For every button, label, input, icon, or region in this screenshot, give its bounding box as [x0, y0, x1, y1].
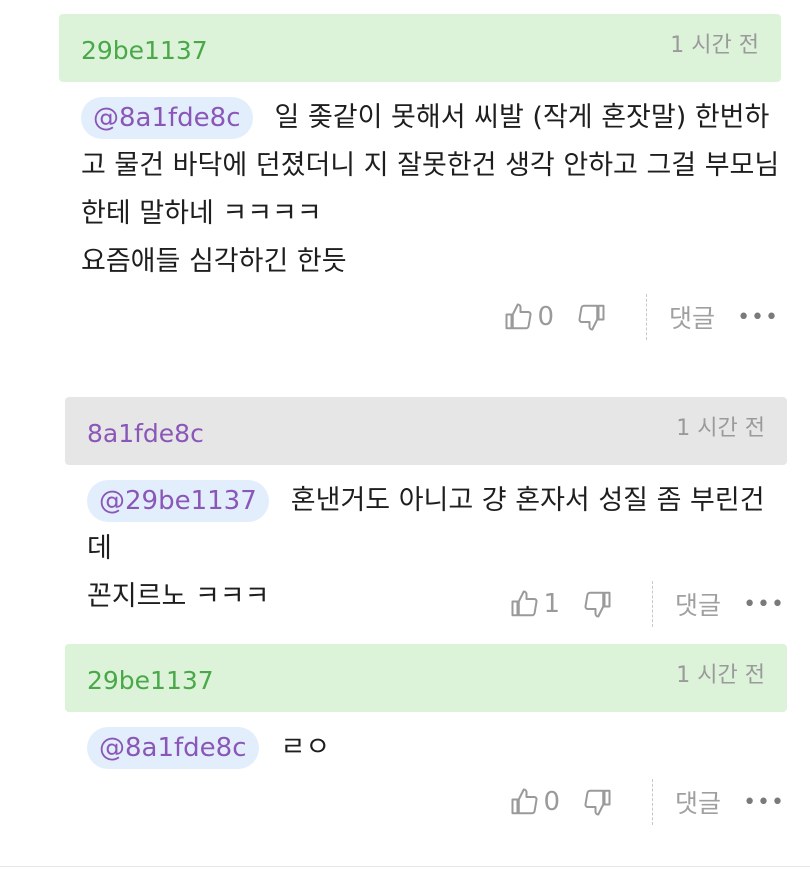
comment-text-line: ㄹㅇ	[280, 732, 331, 763]
dislike-button[interactable]	[582, 787, 612, 817]
more-icon[interactable]: •••	[743, 592, 785, 617]
thumbs-up-icon	[511, 590, 538, 617]
like-count: 0	[537, 302, 555, 332]
divider	[652, 779, 654, 825]
like-button[interactable]: 0	[510, 787, 583, 817]
like-button[interactable]: 1	[510, 589, 583, 619]
divider	[0, 866, 810, 867]
comment-text: @8a1fde8c 일 좆같이 못해서 씨발 (작게 혼잣말) 한번하 고 물건 …	[81, 94, 781, 286]
comment-username[interactable]: 8a1fde8c	[87, 419, 204, 449]
comment-actions: 0 댓글 •••	[510, 778, 788, 826]
mention-tag[interactable]: @8a1fde8c	[81, 97, 253, 139]
thumbs-down-icon	[578, 304, 605, 331]
comment-header: 29be1137 1 시간 전	[65, 644, 787, 712]
comment-username[interactable]: 29be1137	[87, 666, 214, 696]
thumbs-up-icon	[511, 788, 538, 815]
comment: 29be1137 1 시간 전 @8a1fde8c ㄹㅇ 0 댓글 •••	[65, 644, 787, 825]
comment-timestamp: 1 시간 전	[676, 663, 765, 688]
comment: 29be1137 1 시간 전 @8a1fde8c 일 좆같이 못해서 씨발 (작…	[59, 14, 781, 340]
comment-text-line: 일 좆같이 못해서 씨발 (작게 혼잣말) 한번하	[274, 102, 770, 133]
comment-username[interactable]: 29be1137	[81, 36, 208, 66]
thumbs-down-icon	[584, 789, 611, 816]
like-count: 1	[543, 589, 561, 619]
reply-button[interactable]: 댓글	[675, 586, 721, 622]
reply-button[interactable]: 댓글	[669, 299, 715, 335]
comment-timestamp: 1 시간 전	[670, 33, 759, 58]
more-icon[interactable]: •••	[743, 790, 785, 815]
comment-text-line: 꼰지르노 ㅋㅋㅋ	[87, 581, 270, 612]
dislike-button[interactable]	[576, 302, 606, 332]
comment-actions: 0 댓글 •••	[504, 293, 782, 341]
thumbs-down-icon	[584, 591, 611, 618]
divider	[652, 581, 654, 627]
dislike-button[interactable]	[582, 589, 612, 619]
like-count: 0	[543, 787, 561, 817]
divider	[646, 294, 648, 340]
comment-text-line: 고 물건 바닥에 던졌더니 지 잘못한건 생각 안하고 그걸 부모님	[81, 150, 780, 181]
comment-text-line: 한테 말하네 ㅋㅋㅋㅋ	[81, 198, 322, 229]
comment: 8a1fde8c 1 시간 전 @29be1137 혼낸거도 아니고 걍 혼자서 …	[65, 397, 787, 627]
comment-text: @8a1fde8c ㄹㅇ	[87, 724, 787, 772]
comment-actions: 1 댓글 •••	[510, 580, 788, 628]
comment-header: 29be1137 1 시간 전	[59, 14, 781, 82]
reply-button[interactable]: 댓글	[675, 784, 721, 820]
mention-tag[interactable]: @29be1137	[87, 480, 269, 522]
comment-header: 8a1fde8c 1 시간 전	[65, 397, 787, 465]
mention-tag[interactable]: @8a1fde8c	[87, 727, 259, 769]
comment-text-line: 요즘애들 심각하긴 한듯	[81, 246, 347, 277]
comment-timestamp: 1 시간 전	[676, 416, 765, 441]
thumbs-up-icon	[505, 303, 532, 330]
more-icon[interactable]: •••	[737, 305, 779, 330]
like-button[interactable]: 0	[504, 302, 577, 332]
